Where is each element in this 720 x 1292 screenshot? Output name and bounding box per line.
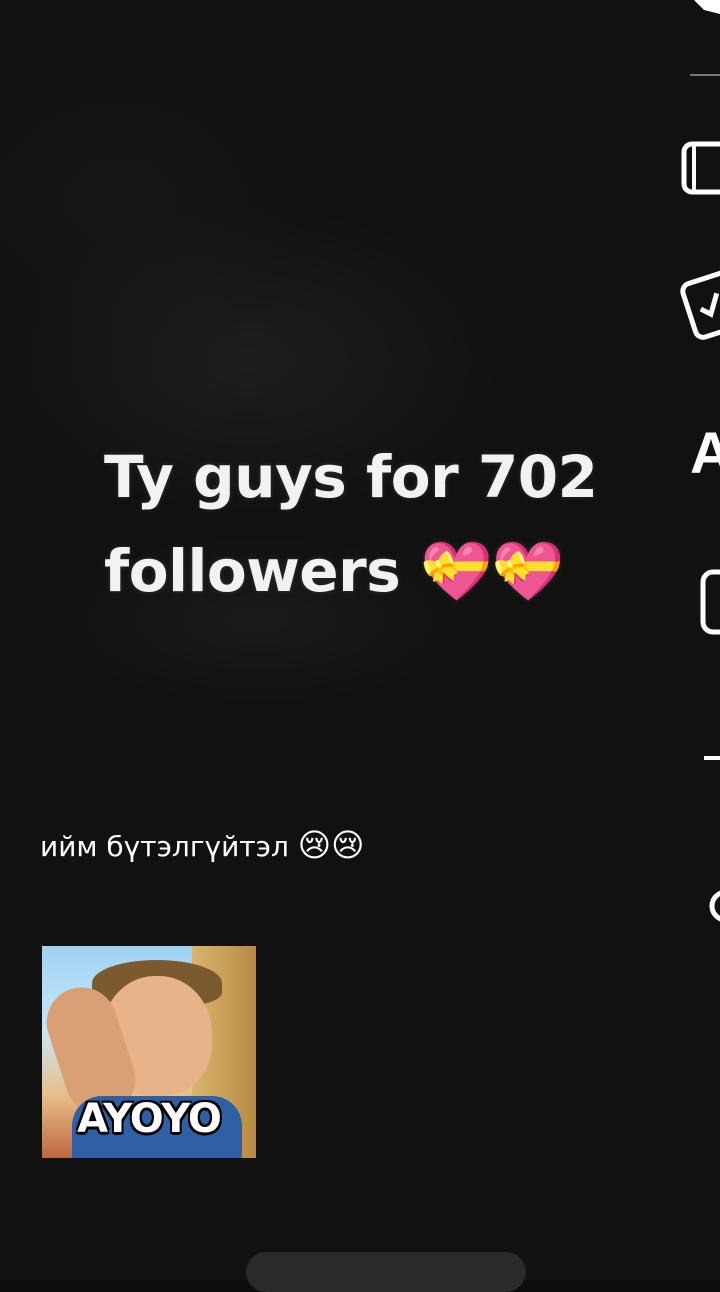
sticker-caption: AYOYO [77,1096,222,1142]
phone-icon[interactable] [680,140,720,196]
more-icon[interactable] [706,884,720,928]
send-icon[interactable] [680,0,720,24]
headline-line-2: followers 💝💝 [104,524,624,618]
draw-icon[interactable] [700,748,720,768]
heart-ribbon-emoji: 💝💝 [419,537,564,605]
editor-side-toolbar: A [680,0,720,1280]
crop-icon[interactable] [700,568,720,638]
headline-line-1: Ty guys for 702 [104,443,598,511]
crying-face-emoji: 😢😢 [297,826,365,864]
bottom-sheet-handle[interactable] [246,1252,526,1292]
text-tool-icon[interactable]: A [690,424,720,484]
headline-followers: followers [104,537,401,605]
divider [690,74,720,76]
headline-text: Ty guys for 702 followers 💝💝 [104,430,624,618]
sticker-icon[interactable] [680,260,720,350]
ayoyo-sticker: AYOYO [42,946,256,1158]
caption-label: ийм бүтэлгүйтэл [40,830,289,863]
caption-text: ийм бүтэлгүйтэл 😢😢 [40,826,365,864]
